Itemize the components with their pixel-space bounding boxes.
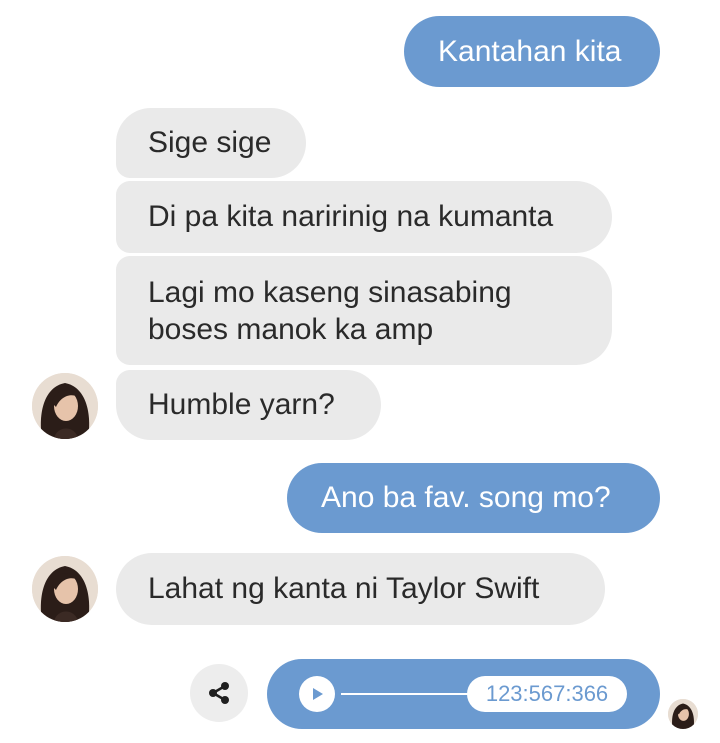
audio-progress-track[interactable] (341, 693, 481, 695)
avatar-photo (32, 556, 98, 622)
play-icon (313, 688, 323, 700)
avatar-photo (668, 699, 698, 729)
contact-avatar[interactable] (32, 556, 98, 622)
incoming-message-bubble[interactable]: Lahat ng kanta ni Taylor Swift (116, 553, 605, 625)
share-icon (209, 682, 229, 704)
outgoing-message-bubble[interactable]: Ano ba fav. song mo? (287, 463, 660, 533)
play-button[interactable] (299, 676, 335, 712)
message-text: Kantahan kita (438, 35, 622, 68)
incoming-message-bubble[interactable]: Sige sige (116, 108, 306, 178)
message-text-line: boses manok ka amp (148, 313, 434, 346)
message-text-line: Lagi mo kaseng sinasabing (148, 276, 512, 309)
message-text: Humble yarn? (148, 388, 335, 421)
incoming-message-bubble[interactable]: Lagi mo kaseng sinasabing boses manok ka… (116, 256, 612, 365)
avatar-photo (32, 373, 98, 439)
contact-avatar[interactable] (32, 373, 98, 439)
outgoing-message-bubble[interactable]: Kantahan kita (404, 16, 660, 87)
message-text: Di pa kita naririnig na kumanta (148, 200, 554, 233)
share-button[interactable] (190, 664, 248, 722)
message-text: Ano ba fav. song mo? (321, 481, 611, 514)
incoming-message-bubble[interactable]: Humble yarn? (116, 370, 381, 440)
audio-time-label: 123:567:366 (467, 676, 627, 712)
incoming-message-bubble[interactable]: Di pa kita naririnig na kumanta (116, 181, 612, 253)
audio-message-bubble[interactable]: 123:567:366 (267, 659, 660, 729)
message-text: Lahat ng kanta ni Taylor Swift (148, 572, 540, 605)
message-text: Sige sige (148, 126, 272, 159)
seen-avatar (668, 699, 698, 729)
